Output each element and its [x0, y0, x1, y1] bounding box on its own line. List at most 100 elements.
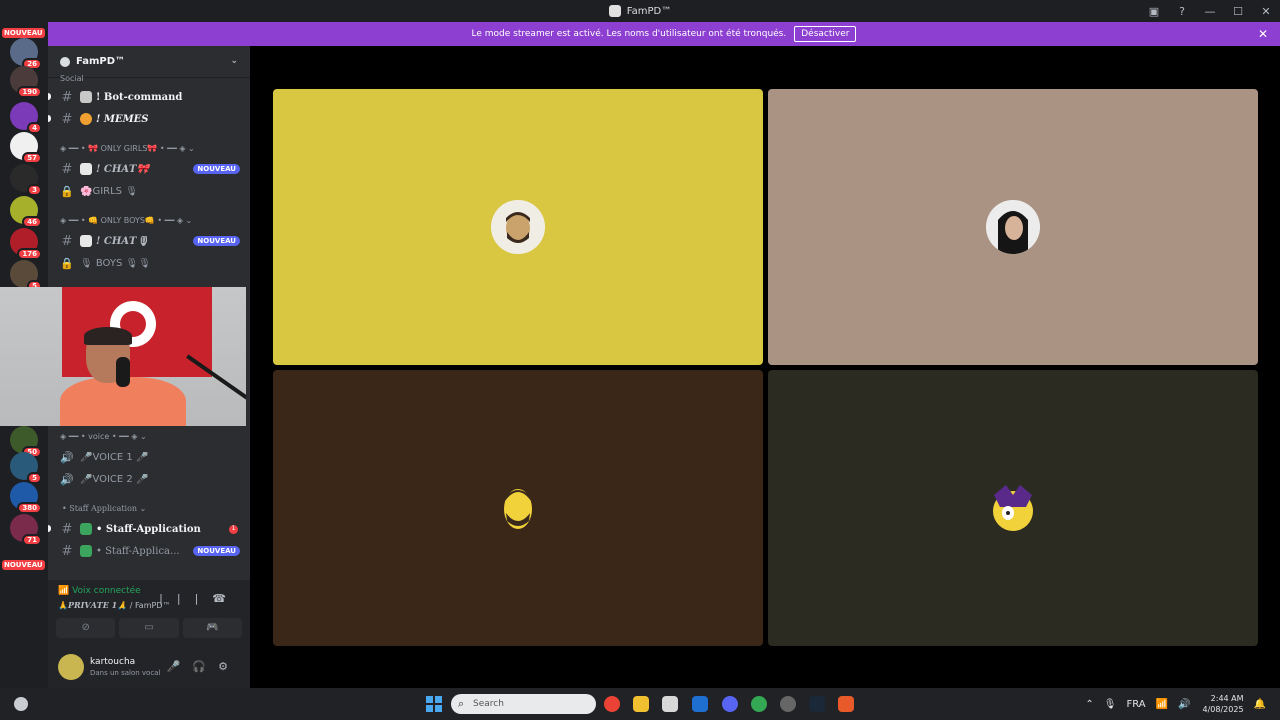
- taskbar-search[interactable]: ⌕ Search: [451, 694, 596, 714]
- participant-tile[interactable]: [273, 89, 763, 365]
- category-voice[interactable]: ◈ ━━ • voice • ━━ ◈ ⌄: [60, 432, 147, 441]
- voice-connected-status[interactable]: 📶 Voix connectée: [58, 586, 141, 596]
- channel-label: ! 𝑪𝑯𝑨𝑻🎀: [96, 163, 149, 175]
- minimize-button[interactable]: —: [1196, 5, 1224, 18]
- clock-date: 4/08/2025: [1202, 705, 1244, 714]
- channel-chat-girls[interactable]: # ! 𝑪𝑯𝑨𝑻🎀 NOUVEAU: [48, 158, 250, 180]
- chevron-down-icon[interactable]: ⌄: [230, 56, 238, 66]
- channel-staff-application-2[interactable]: # • Staff-Applica... NOUVEAU: [48, 540, 250, 562]
- server-icon[interactable]: 190: [10, 66, 42, 98]
- channel-memes[interactable]: # ! 𝑴𝑬𝑴𝑬𝑺: [48, 108, 250, 130]
- hash-icon: #: [61, 543, 73, 559]
- channel-voice-1[interactable]: 🔊 🎤VOICE 1 🎤: [48, 446, 250, 468]
- clock[interactable]: 2:44 AM 4/08/2025: [1203, 693, 1244, 715]
- server-icon[interactable]: 176: [10, 228, 42, 260]
- banner-text: Le mode streamer est activé. Les noms d'…: [471, 29, 787, 39]
- widgets-icon[interactable]: [14, 697, 28, 711]
- channel-label: ! 𝑴𝑬𝑴𝑬𝑺: [96, 113, 149, 125]
- server-icon[interactable]: 4: [10, 102, 42, 134]
- hash-icon: #: [61, 233, 73, 249]
- user-panel: kartoucha Dans un salon vocal 🎤🎧⚙: [48, 648, 250, 688]
- unread-indicator: [48, 525, 51, 532]
- server-icon[interactable]: 5: [10, 452, 42, 484]
- activity-button[interactable]: 🎮: [182, 618, 242, 638]
- category-label: • Staff Application ⌄: [62, 504, 147, 513]
- webcam-overlay: [0, 287, 246, 426]
- store-icon[interactable]: [662, 696, 678, 712]
- mic-icon[interactable]: 🎙: [1104, 699, 1117, 710]
- channel-bot-command[interactable]: # ! Bot-command: [48, 86, 250, 108]
- category-only-boys[interactable]: ◈ ━━ • 👊 ONLY BOYS👊 • ━━ ◈ ⌄: [60, 216, 192, 225]
- streamer-mode-banner: Le mode streamer est activé. Les noms d'…: [48, 22, 1280, 46]
- channel-label: 🎙 BOYS 🎙🎙: [80, 257, 151, 269]
- maximize-button[interactable]: ☐: [1224, 5, 1252, 18]
- channel-label: • Staff-Application: [96, 523, 201, 535]
- avatar[interactable]: [58, 654, 84, 680]
- gear-icon[interactable]: ⚙: [218, 660, 240, 673]
- participant-tile[interactable]: [768, 370, 1258, 646]
- browser-icon[interactable]: [751, 696, 767, 712]
- noise-suppression-icon[interactable]: |||: [159, 592, 212, 605]
- channel-label: 🌸GIRLS 🎙: [80, 185, 138, 197]
- camera-off-button[interactable]: ⊘: [56, 618, 116, 638]
- window-title: FamPD™: [626, 5, 672, 17]
- app-icon[interactable]: [780, 696, 796, 712]
- category-social[interactable]: Social: [60, 74, 84, 83]
- emoji-icon: [80, 113, 92, 125]
- app-icon[interactable]: [838, 696, 854, 712]
- title-bar: FamPD™ ▣ ? — ☐ ✕: [0, 0, 1280, 22]
- server-icon[interactable]: 50: [10, 426, 42, 458]
- chevron-up-icon[interactable]: ⌃: [1085, 699, 1093, 710]
- banner-close-icon[interactable]: ✕: [1258, 27, 1268, 41]
- disable-streamer-button[interactable]: Désactiver: [794, 26, 857, 42]
- server-icon[interactable]: 46: [10, 196, 42, 228]
- prefix-emoji: 🙏: [58, 601, 68, 610]
- category-only-girls[interactable]: ◈ ━━ • 🎀 ONLY GIRLS🎀 • ━━ ◈ ⌄: [60, 144, 195, 153]
- participant-tile[interactable]: [273, 370, 763, 646]
- hash-icon: #: [61, 111, 73, 127]
- disconnect-icon[interactable]: ☎: [212, 592, 240, 605]
- server-icon[interactable]: 380: [10, 482, 42, 514]
- outlook-icon[interactable]: [692, 696, 708, 712]
- taskbar: ⌕ Search ⌃ 🎙 FRA 📶 🔊 2:44 AM 4/08/2025 🔔: [0, 688, 1280, 720]
- mention-badge: 1: [229, 524, 238, 534]
- new-badge: NOUVEAU: [2, 28, 45, 38]
- server-icon[interactable]: 71: [10, 514, 42, 546]
- start-button[interactable]: [426, 696, 442, 712]
- server-icon[interactable]: 5: [10, 260, 42, 292]
- channel-voice-2[interactable]: 🔊 🎤VOICE 2 🎤: [48, 468, 250, 490]
- channel-staff-application[interactable]: # • Staff-Application 1: [48, 518, 250, 540]
- help-icon[interactable]: ?: [1168, 5, 1196, 18]
- language-indicator[interactable]: FRA: [1126, 699, 1145, 710]
- discord-icon[interactable]: [722, 696, 738, 712]
- channel-girls-voice[interactable]: 🔒 🌸GIRLS 🎙: [48, 180, 250, 202]
- channel-label: • Staff-Applica...: [96, 545, 180, 557]
- mic-icon[interactable]: 🎤: [167, 660, 193, 673]
- inbox-icon[interactable]: ▣: [1140, 5, 1168, 18]
- new-badge: NOUVEAU: [2, 560, 45, 570]
- server-logo-icon: [60, 56, 70, 67]
- volume-icon[interactable]: 🔊: [1178, 699, 1190, 710]
- category-staff-application[interactable]: • Staff Application ⌄: [60, 504, 146, 513]
- notification-icon[interactable]: 🔔: [1254, 699, 1266, 710]
- headphones-icon[interactable]: 🎧: [192, 660, 218, 673]
- chrome-icon[interactable]: [604, 696, 620, 712]
- channel-chat-boys[interactable]: # ! 𝑪𝑯𝑨𝑻🎙 NOUVEAU: [48, 230, 250, 252]
- channel-boys-voice[interactable]: 🔒 🎙 BOYS 🎙🎙: [48, 252, 250, 274]
- file-explorer-icon[interactable]: [633, 696, 649, 712]
- server-icon[interactable]: 26: [10, 38, 42, 70]
- steam-icon[interactable]: [809, 696, 825, 712]
- username[interactable]: kartoucha: [90, 657, 135, 667]
- lock-icon: 🔒: [60, 256, 74, 270]
- participant-tile[interactable]: [768, 89, 1258, 365]
- new-badge: NOUVEAU: [193, 164, 240, 174]
- server-icon[interactable]: 3: [10, 164, 42, 196]
- screen-share-button[interactable]: ▭: [119, 618, 179, 638]
- server-icon[interactable]: 57: [10, 132, 42, 164]
- speaker-icon: 🔊: [60, 472, 74, 486]
- app-logo-icon: [608, 5, 621, 17]
- close-window-button[interactable]: ✕: [1252, 5, 1280, 18]
- avatar: [986, 481, 1040, 535]
- voice-channel-info[interactable]: 🙏𝑷𝑹𝑰𝑽𝑨𝑻𝑬 1🙏 / FamPD™: [58, 600, 170, 610]
- wifi-icon[interactable]: 📶: [1156, 699, 1168, 710]
